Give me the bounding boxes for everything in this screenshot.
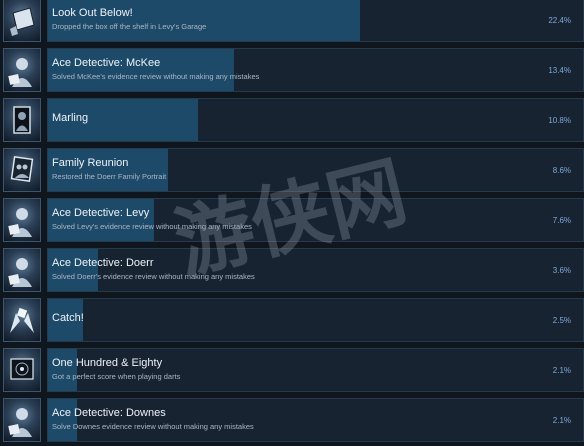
achievement-title: Ace Detective: McKee xyxy=(52,57,161,69)
progress-fill xyxy=(48,349,78,391)
progress-fill xyxy=(48,149,168,191)
achievement-description: Dropped the box off the shelf in Levy's … xyxy=(52,22,207,31)
achievement-description: Solve Downes evidence review without mak… xyxy=(52,422,254,431)
achievement-description: Got a perfect score when playing darts xyxy=(52,372,181,381)
achievement-card: Family Reunion Restored the Doerr Family… xyxy=(47,148,584,192)
achievement-percent: 13.4% xyxy=(548,66,571,75)
achievement-description: Solved McKee's evidence review without m… xyxy=(52,72,260,81)
achievement-percent: 3.6% xyxy=(552,266,571,275)
dartboard-icon xyxy=(3,348,41,392)
achievement-card: One Hundred & Eighty Got a perfect score… xyxy=(47,348,584,392)
achievement-percent: 7.6% xyxy=(552,216,571,225)
achievement-percent: 2.1% xyxy=(552,416,571,425)
detective-portrait-icon xyxy=(3,48,41,92)
achievement-description: Solved Levy's evidence review without ma… xyxy=(52,222,252,231)
achievement-card: Marling 10.8% xyxy=(47,98,584,142)
achievement-row[interactable]: Family Reunion Restored the Doerr Family… xyxy=(0,148,584,196)
hands-catch-icon xyxy=(3,298,41,342)
achievement-title: Ace Detective: Doerr xyxy=(52,257,154,269)
achievement-card: Catch! 2.5% xyxy=(47,298,584,342)
detective-portrait-icon xyxy=(3,398,41,442)
achievement-card: Ace Detective: Levy Solved Levy's eviden… xyxy=(47,198,584,242)
achievement-title: Ace Detective: Levy xyxy=(52,207,150,219)
achievement-row[interactable]: Marling 10.8% xyxy=(0,98,584,146)
achievement-card: Look Out Below! Dropped the box off the … xyxy=(47,0,584,42)
achievement-title: Family Reunion xyxy=(52,157,129,169)
progress-fill xyxy=(48,49,235,91)
detective-portrait-icon xyxy=(3,198,41,242)
achievement-percent: 10.8% xyxy=(548,116,571,125)
achievement-row[interactable]: Catch! 2.5% xyxy=(0,298,584,346)
detective-portrait-icon xyxy=(3,248,41,292)
achievement-row[interactable]: Look Out Below! Dropped the box off the … xyxy=(0,0,584,46)
achievement-percent: 22.4% xyxy=(548,16,571,25)
achievement-title: Look Out Below! xyxy=(52,7,133,19)
achievement-percent: 8.6% xyxy=(552,166,571,175)
achievement-title: One Hundred & Eighty xyxy=(52,357,163,369)
achievement-percent: 2.1% xyxy=(552,366,571,375)
achievement-title: Marling xyxy=(52,112,89,124)
progress-fill xyxy=(48,249,99,291)
achievement-title: Ace Detective: Downes xyxy=(52,407,166,419)
achievement-list: Look Out Below! Dropped the box off the … xyxy=(0,0,584,446)
achievement-card: Ace Detective: McKee Solved McKee's evid… xyxy=(47,48,584,92)
achievement-row[interactable]: Ace Detective: Levy Solved Levy's eviden… xyxy=(0,198,584,246)
achievement-row[interactable]: Ace Detective: McKee Solved McKee's evid… xyxy=(0,48,584,96)
achievement-card: Ace Detective: Doerr Solved Doerr's evid… xyxy=(47,248,584,292)
portrait-frame-icon xyxy=(3,98,41,142)
family-portrait-icon xyxy=(3,148,41,192)
achievement-row[interactable]: One Hundred & Eighty Got a perfect score… xyxy=(0,348,584,396)
achievement-card: Ace Detective: Downes Solve Downes evide… xyxy=(47,398,584,442)
achievement-row[interactable]: Ace Detective: Downes Solve Downes evide… xyxy=(0,398,584,446)
box-icon xyxy=(3,0,41,42)
achievement-description: Solved Doerr's evidence review without m… xyxy=(52,272,255,281)
achievement-percent: 2.5% xyxy=(552,316,571,325)
progress-fill xyxy=(48,399,78,441)
achievement-title: Catch! xyxy=(52,312,84,324)
achievement-row[interactable]: Ace Detective: Doerr Solved Doerr's evid… xyxy=(0,248,584,296)
achievement-description: Restored the Doerr Family Portrait xyxy=(52,172,167,181)
progress-fill xyxy=(48,199,154,241)
